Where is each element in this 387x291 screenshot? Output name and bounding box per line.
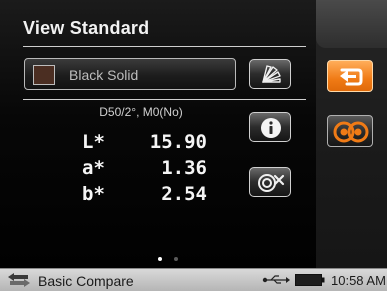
value-row-b: b* 2.54 [82,183,207,209]
field-divider [23,99,306,100]
right-rail-cap [316,0,387,48]
title-divider [23,46,306,47]
status-mode-label: Basic Compare [38,273,134,289]
status-bar: Basic Compare 10:58 AM [0,268,387,291]
standard-selector[interactable]: Black Solid [24,58,236,90]
fan-deck-icon [262,65,281,83]
compare-remove-icon [258,174,285,192]
measure-icon [333,121,369,143]
info-button[interactable] [249,112,291,142]
value-number: 15.90 [149,131,207,153]
screen: View Standard Black Solid D50/2°, M0(No)… [0,0,387,291]
battery-icon [295,274,325,286]
standard-name: Black Solid [69,67,139,83]
page-title: View Standard [23,18,150,38]
value-label: a* [82,157,105,179]
value-label: b* [82,183,105,205]
illuminant-observer: D50/2°, M0(No) [99,105,183,119]
compare-remove-button[interactable] [249,167,291,197]
back-button[interactable] [327,60,373,92]
standard-swatch [33,65,55,85]
back-icon [340,68,363,86]
value-number: 1.36 [161,157,207,179]
usb-icon [262,275,290,284]
color-values: L* 15.90 a* 1.36 b* 2.54 [82,131,207,209]
mode-arrows-icon [8,273,30,287]
page-indicator-active [158,257,162,261]
clock: 10:58 AM [331,273,386,288]
info-icon [261,118,281,138]
value-number: 2.54 [161,183,207,205]
value-label: L* [82,131,105,153]
value-row-l: L* 15.90 [82,131,207,157]
value-row-a: a* 1.36 [82,157,207,183]
measure-button[interactable] [327,115,373,147]
fan-deck-button[interactable] [249,59,291,89]
page-indicator-inactive [174,257,178,261]
